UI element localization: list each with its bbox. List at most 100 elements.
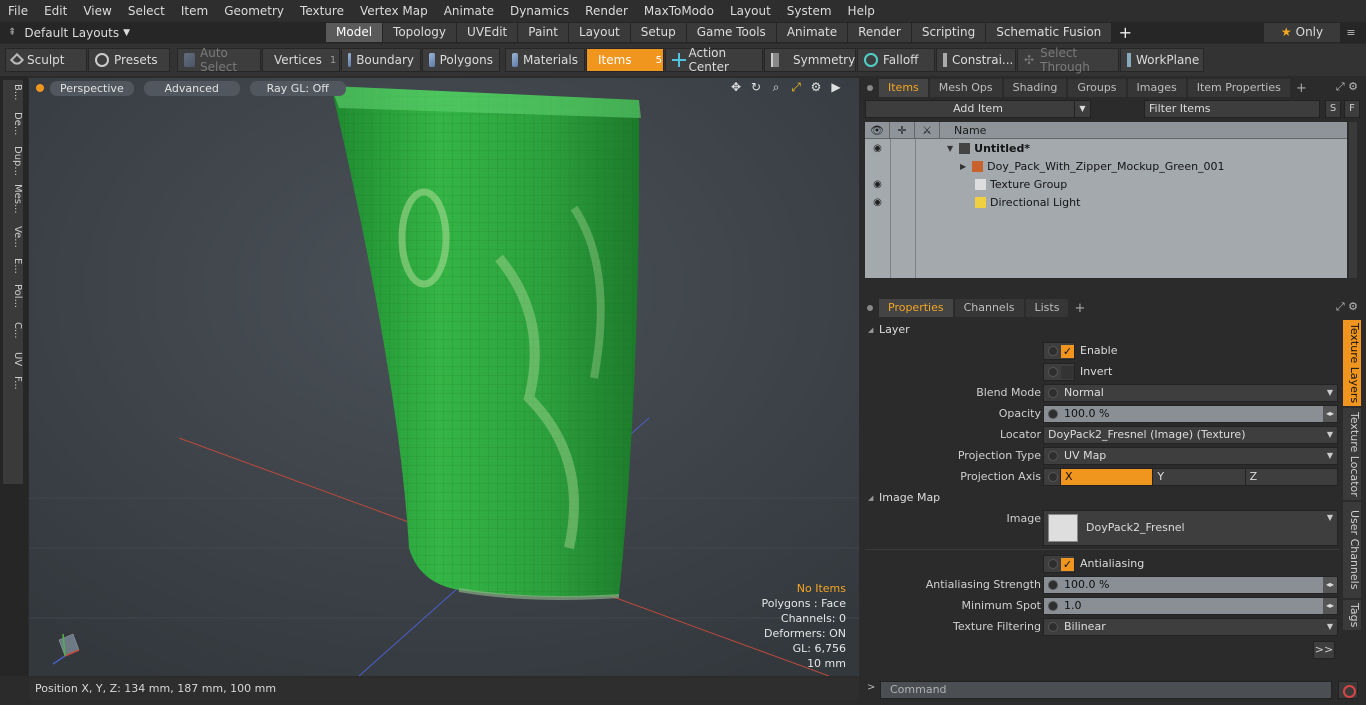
panel-menu-dot[interactable] [867, 85, 873, 91]
layout-tab-uvedit[interactable]: UVEdit [457, 23, 518, 42]
menu-layout[interactable]: Layout [722, 0, 779, 22]
layout-tab-paint[interactable]: Paint [518, 23, 568, 42]
falloff-button[interactable]: Falloff [857, 48, 935, 72]
add-items-tab-button[interactable]: + [1296, 81, 1307, 96]
axis-x-option[interactable]: X [1060, 469, 1153, 485]
tree-row[interactable]: ▶ Doy_Pack_With_Zipper_Mockup_Green_001 [865, 157, 1347, 175]
items-tab-shading[interactable]: Shading [1003, 79, 1067, 97]
shading-button[interactable]: Advanced [143, 80, 240, 96]
layout-tab-topology[interactable]: Topology [383, 23, 457, 42]
layout-tab-animate[interactable]: Animate [776, 23, 848, 42]
side-tab-tags[interactable]: Tags [1343, 600, 1361, 630]
f-button[interactable]: F [1344, 100, 1360, 118]
auto-select-button[interactable]: Auto Select [177, 46, 261, 74]
layout-tab-setup[interactable]: Setup [630, 23, 686, 42]
workplane-button[interactable]: WorkPlane [1120, 48, 1204, 72]
properties-settings-icon[interactable]: ⤢ ⚙ [1336, 300, 1358, 314]
properties-tab-channels[interactable]: Channels [954, 299, 1024, 317]
layout-tab-model[interactable]: Model [326, 23, 383, 42]
items-button[interactable]: Items 5 [586, 48, 664, 72]
properties-menu-dot[interactable] [867, 305, 873, 311]
menu-view[interactable]: View [75, 0, 119, 22]
lock-column-icon[interactable]: ✛ [890, 122, 915, 138]
aa-strength-slider[interactable]: 100.0 % ◂▸ [1043, 576, 1338, 594]
tree-row[interactable]: ◉ Texture Group [865, 175, 1347, 193]
rotate-icon[interactable]: ↻ [749, 80, 763, 94]
panel-settings-icon[interactable]: ⤢ ⚙ [1336, 80, 1358, 94]
layout-tab-schematic-fusion[interactable]: Schematic Fusion [986, 23, 1112, 42]
polygons-button[interactable]: Polygons [422, 48, 500, 72]
menu-dynamics[interactable]: Dynamics [502, 0, 577, 22]
menu-edit[interactable]: Edit [36, 0, 75, 22]
menu-help[interactable]: Help [840, 0, 883, 22]
filter-items-input[interactable]: Filter Items [1144, 100, 1320, 118]
locator-select[interactable]: DoyPack2_Fresnel (Image) (Texture) ▼ [1043, 426, 1338, 444]
visibility-column-icon[interactable]: 👁 [865, 122, 890, 138]
menu-maxtomodo[interactable]: MaxToModo [636, 0, 722, 22]
add-item-button[interactable]: Add Item ▼ [865, 100, 1091, 118]
tree-scrollbar[interactable] [1349, 122, 1357, 278]
eye-icon[interactable]: ◉ [865, 197, 890, 208]
items-tab-images[interactable]: Images [1127, 79, 1186, 97]
play-icon[interactable]: ▶ [829, 80, 843, 94]
layer-section-header[interactable]: Layer [865, 321, 1339, 339]
add-properties-tab-button[interactable]: + [1074, 301, 1085, 316]
left-tab-2[interactable]: Dup... [3, 146, 23, 176]
menu-select[interactable]: Select [120, 0, 173, 22]
invert-checkbox[interactable] [1043, 363, 1075, 381]
menu-geometry[interactable]: Geometry [216, 0, 292, 22]
materials-button[interactable]: Materials [505, 48, 585, 72]
left-tab-3[interactable]: Mes... [3, 184, 23, 214]
left-tab-4[interactable]: Ve... [3, 226, 23, 248]
boundary-button[interactable]: Boundary [341, 48, 421, 72]
presets-button[interactable]: Presets [88, 48, 170, 72]
name-column-header[interactable]: Name [940, 122, 986, 138]
menu-texture[interactable]: Texture [292, 0, 352, 22]
menu-file[interactable]: File [0, 0, 36, 22]
viewport-scene[interactable] [29, 78, 859, 676]
side-tab-texture-locator[interactable]: Texture Locator [1343, 408, 1361, 500]
pan-icon[interactable]: ✥ [729, 80, 743, 94]
only-button[interactable]: ★ Only [1264, 23, 1340, 42]
left-tab-7[interactable]: C... [3, 322, 23, 339]
menu-vertex-map[interactable]: Vertex Map [352, 0, 436, 22]
viewport-menu-dot[interactable] [36, 84, 44, 92]
antialiasing-checkbox[interactable]: ✓ [1043, 555, 1075, 573]
left-tab-1[interactable]: De... [3, 112, 23, 135]
menu-system[interactable]: System [779, 0, 840, 22]
left-tab-0[interactable]: B... [3, 84, 23, 100]
blend-mode-select[interactable]: Normal ▼ [1043, 384, 1338, 402]
maximize-icon[interactable]: ⤢ [789, 80, 803, 94]
menu-icon[interactable]: ≡ [1342, 23, 1360, 42]
slider-arrows-icon[interactable]: ◂▸ [1323, 577, 1337, 593]
opacity-slider[interactable]: 100.0 % ◂▸ [1043, 405, 1338, 423]
action-center-button[interactable]: Action Center [665, 46, 763, 74]
image-map-section-header[interactable]: Image Map [865, 489, 1339, 507]
side-tab-texture-layers[interactable]: Texture Layers [1343, 320, 1361, 406]
view-mode-button[interactable]: Perspective [50, 80, 134, 96]
tex-filter-select[interactable]: Bilinear ▼ [1043, 618, 1338, 636]
min-spot-slider[interactable]: 1.0 ◂▸ [1043, 597, 1338, 615]
constraints-button[interactable]: Constrai... [936, 48, 1016, 72]
items-tab-mesh-ops[interactable]: Mesh Ops [929, 79, 1002, 97]
sculpt-button[interactable]: Sculpt [5, 48, 87, 72]
s-button[interactable]: S [1325, 100, 1341, 118]
stop-icon[interactable] [1338, 681, 1358, 699]
image-select[interactable]: DoyPack2_Fresnel ▼ [1043, 510, 1338, 546]
items-tab-item-properties[interactable]: Item Properties [1187, 79, 1290, 97]
left-tab-6[interactable]: Pol... [3, 284, 23, 308]
symmetry-button[interactable]: Symmetry [764, 48, 856, 72]
slider-arrows-icon[interactable]: ◂▸ [1323, 598, 1337, 614]
tree-row[interactable]: ◉ ▼ Untitled* [865, 139, 1347, 157]
chevron-down-icon[interactable]: ▼ [1074, 101, 1090, 117]
eye-icon[interactable]: ◉ [865, 143, 890, 154]
layout-selector[interactable]: ⇞ Default Layouts ▼ [0, 22, 326, 43]
left-tab-5[interactable]: E... [3, 258, 23, 274]
select-through-button[interactable]: ✣ Select Through [1017, 46, 1119, 74]
expand-down-icon[interactable]: ▼ [947, 144, 953, 153]
left-tab-9[interactable]: F... [3, 376, 23, 390]
zoom-icon[interactable]: ⌕ [769, 80, 783, 94]
left-tab-8[interactable]: UV [3, 352, 23, 366]
item-tree[interactable]: 👁 ✛ ⚔ Name ◉ ▼ Untitled* ▶ Doy_Pack_With_Zip… [865, 122, 1357, 278]
layout-tab-render[interactable]: Render [848, 23, 911, 42]
